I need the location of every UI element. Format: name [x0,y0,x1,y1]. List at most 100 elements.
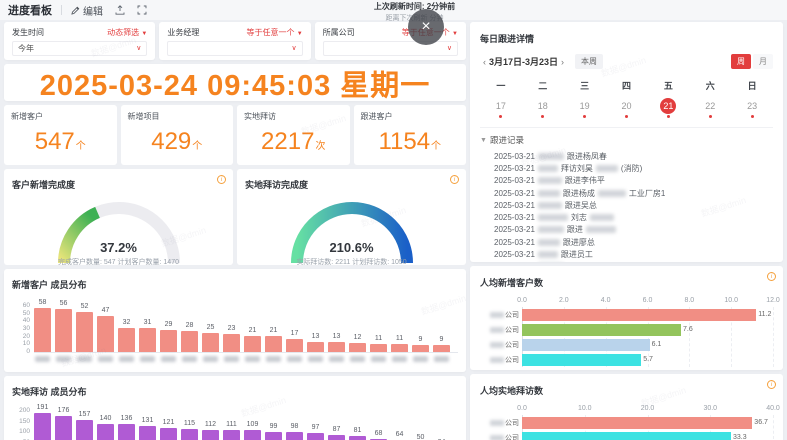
calendar-day[interactable]: 22 [689,98,731,118]
record-text: 跟进廖总 [563,237,595,248]
calendar-day[interactable]: 18 [522,98,564,118]
record-text: 刘志 [571,212,587,223]
info-icon[interactable]: i [767,380,776,389]
bar[interactable]: 47 [97,316,114,352]
bar[interactable]: 191 [34,413,51,440]
y-axis-tick-label: 200 [10,407,30,414]
export-icon[interactable] [115,5,125,15]
bar[interactable]: 31 [139,328,156,352]
bar[interactable]: 56 [55,309,72,352]
bar[interactable]: 109 [244,430,261,440]
chevron-down-icon: ∨ [136,45,141,52]
bar[interactable]: 112 [202,430,219,440]
bar[interactable]: 13 [307,342,324,352]
record-text: 2025-03-21 [494,189,535,198]
bar[interactable] [522,432,731,440]
record-row[interactable]: 2025-03-21跟进杨凤春 [494,150,773,162]
gridline [773,415,774,440]
month-toggle-button[interactable]: 月 [753,54,773,69]
bar[interactable]: 21 [244,336,261,352]
info-icon[interactable]: i [767,272,776,281]
x-axis-tick-label: 6.0 [638,297,658,304]
bar-value-label: 17 [286,330,303,337]
calendar-day[interactable]: 17 [480,98,522,118]
record-row[interactable]: 2025-03-21跟进李伟平 [494,175,773,187]
bar[interactable]: 9 [412,345,429,352]
week-toggle-button[interactable]: 周 [731,54,751,69]
bar[interactable]: 11 [370,344,387,352]
bar[interactable]: 121 [160,428,177,440]
bar[interactable]: 111 [223,430,240,440]
hbar-rows: 公司11.2公司7.6公司6.1公司5.7 [480,307,773,367]
calendar-day[interactable]: 21 [647,98,689,118]
bar[interactable]: 87 [328,435,345,440]
bar[interactable]: 97 [307,433,324,440]
bar[interactable] [522,339,650,351]
bar[interactable]: 28 [181,331,198,353]
bar[interactable] [522,354,641,366]
bar[interactable]: 157 [76,420,93,440]
record-text: (消防) [621,163,642,174]
bar[interactable]: 81 [349,436,366,440]
bar[interactable]: 140 [97,424,114,440]
filter-select[interactable]: ∨ [323,41,458,56]
last-refresh-text: 上次刷新时间: 2分钟前 [352,1,477,12]
record-text-redacted [538,214,568,221]
info-icon[interactable]: i [450,175,459,184]
kpi-card-0: 新增客户547个 [4,105,117,165]
info-icon[interactable]: i [217,175,226,184]
bar[interactable]: 98 [286,432,303,440]
close-button[interactable]: × [408,9,444,45]
next-week-arrow[interactable]: › [558,57,567,67]
record-row[interactable]: 2025-03-21跟进 [494,224,773,236]
bar[interactable]: 131 [139,426,156,440]
bar[interactable]: 17 [286,339,303,352]
bar[interactable]: 52 [76,312,93,352]
filter-operator[interactable]: 动态筛选 ▼ [107,27,147,38]
this-week-button[interactable]: 本周 [575,54,603,69]
record-row[interactable]: 2025-03-21刘志 [494,211,773,223]
category-label-suffix: 公司 [505,340,519,350]
bar[interactable]: 25 [202,333,219,352]
bar[interactable]: 32 [118,328,135,353]
record-row[interactable]: 2025-03-21跟进杨成工业厂房1 [494,187,773,199]
bar[interactable]: 99 [265,432,282,440]
bar-value-label: 50 [412,434,429,440]
bar[interactable]: 21 [265,336,282,352]
record-row[interactable]: 2025-03-21拜访刘昊(消防) [494,162,773,174]
divider [61,5,62,15]
filter-value: 今年 [18,43,34,54]
fullscreen-icon[interactable] [137,5,147,15]
bar[interactable]: 9 [433,345,450,352]
filter-select[interactable]: 今年 ∨ [12,41,147,56]
filter-operator[interactable]: 等于任意一个 ▼ [246,27,302,38]
hbar-rows: 公司36.7公司33.3公司31.9 [480,415,773,440]
bar[interactable]: 136 [118,424,135,440]
bar[interactable] [522,309,756,321]
bar[interactable]: 11 [391,344,408,352]
bar[interactable]: 176 [55,416,72,440]
record-row[interactable]: 2025-03-21跟进员工 [494,248,773,260]
edit-button[interactable]: 编辑 [71,3,103,18]
bar[interactable]: 13 [328,342,345,352]
record-row[interactable]: 2025-03-21跟进廖总 [494,236,773,248]
records-header[interactable]: ▼ 跟进记录 [480,134,773,146]
bar[interactable]: 29 [160,330,177,352]
calendar-day[interactable]: 20 [606,98,648,118]
calendar-day[interactable]: 23 [731,98,773,118]
bar[interactable]: 12 [349,343,366,352]
x-axis-label-slot [181,356,198,362]
bar[interactable]: 58 [34,308,51,353]
bar-value-label: 81 [349,427,366,434]
calendar-day[interactable]: 19 [564,98,606,118]
record-row[interactable]: 2025-03-21跟进吴总 [494,199,773,211]
category-label-suffix: 公司 [505,325,519,335]
bar[interactable] [522,324,681,336]
bar[interactable]: 23 [223,334,240,352]
prev-week-arrow[interactable]: ‹ [480,57,489,67]
x-axis-label-slot [139,356,156,362]
filter-select[interactable]: ∨ [167,41,302,56]
bar[interactable] [522,417,752,429]
bar[interactable]: 115 [181,429,198,440]
record-row[interactable]: 2025-03-21跟进王成超 [494,261,773,262]
